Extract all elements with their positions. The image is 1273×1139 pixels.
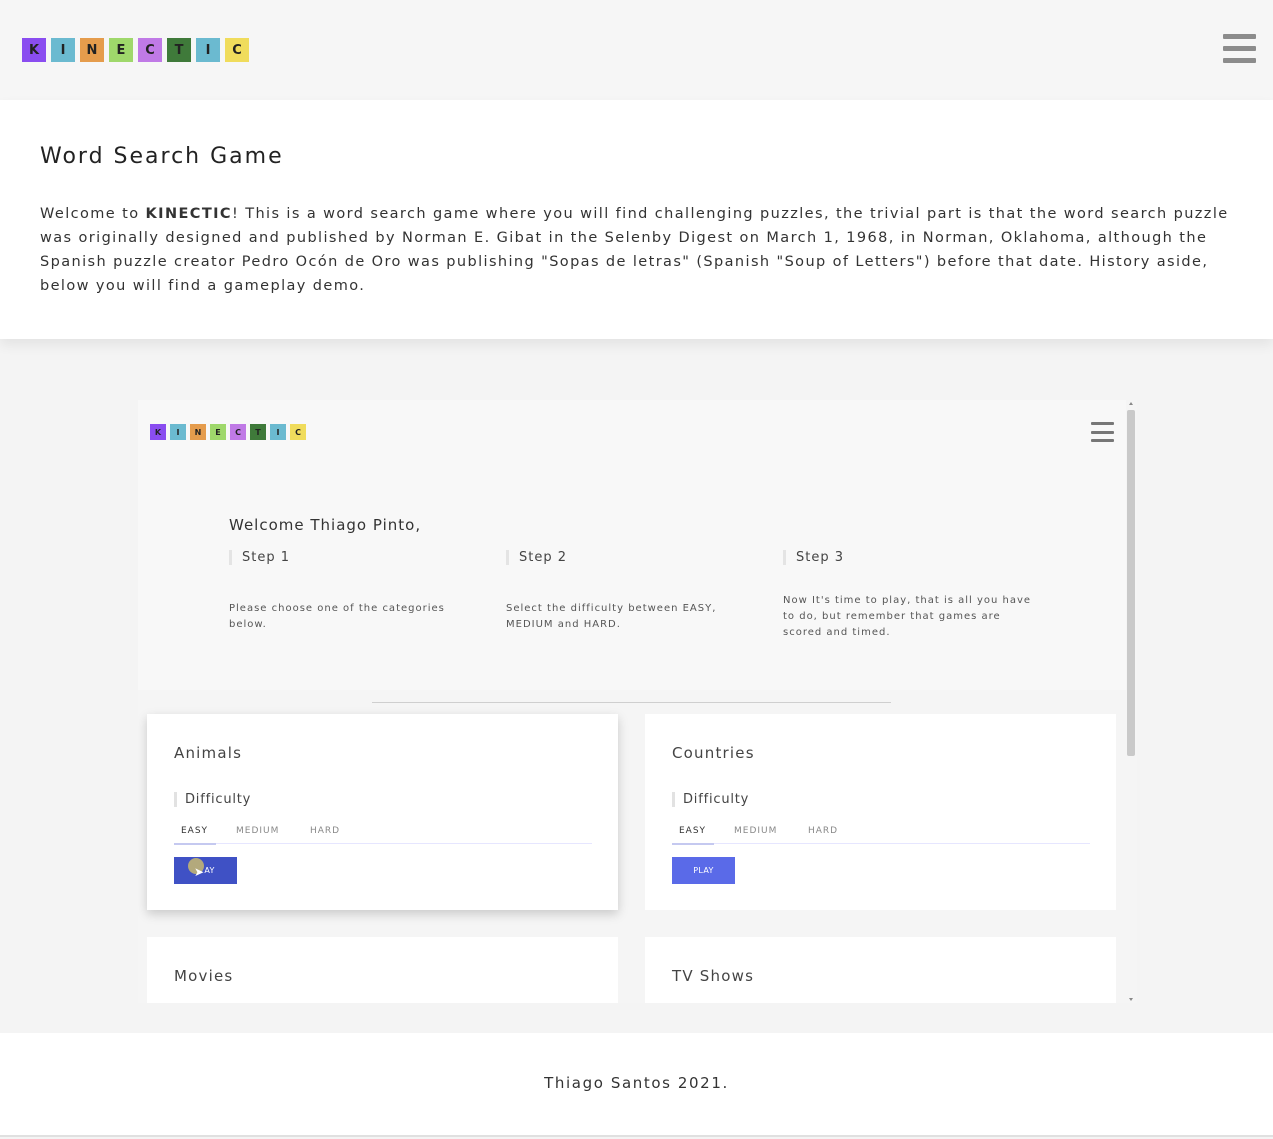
hamburger-menu-icon[interactable] xyxy=(1091,422,1114,442)
step-3-title: Step 3 xyxy=(783,550,844,565)
tab-hard[interactable]: HARD xyxy=(808,826,838,836)
hamburger-menu-icon[interactable] xyxy=(1223,34,1256,63)
logo-tile: E xyxy=(210,424,226,440)
play-button[interactable]: PLAY xyxy=(672,857,735,884)
logo-tile: C xyxy=(225,38,249,62)
logo-tile: I xyxy=(170,424,186,440)
tab-medium[interactable]: MEDIUM xyxy=(734,826,777,836)
logo-tile: C xyxy=(138,38,162,62)
footer: Thiago Santos 2021. xyxy=(0,1033,1273,1137)
category-title: Animals xyxy=(174,744,243,762)
scroll-up-arrow-icon[interactable] xyxy=(1129,402,1133,405)
logo-tile: T xyxy=(167,38,191,62)
step-2-title: Step 2 xyxy=(506,550,567,565)
active-tab-indicator xyxy=(174,843,216,845)
category-title: Countries xyxy=(672,744,755,762)
intro-section: Word Search Game Welcome to KINECTIC! Th… xyxy=(0,100,1273,339)
step-1-description: Please choose one of the categories belo… xyxy=(229,603,445,630)
logo-tile: I xyxy=(270,424,286,440)
tab-easy[interactable]: EASY xyxy=(181,826,208,836)
category-card-animals: Animals Difficulty EASY MEDIUM HARD AY ➤ xyxy=(147,714,618,910)
page-title: Word Search Game xyxy=(40,144,284,169)
difficulty-label: Difficulty xyxy=(672,792,749,807)
demo-scrollbar[interactable] xyxy=(1127,402,1135,1001)
top-bar: KINECTIC xyxy=(0,0,1273,100)
footer-copyright: Thiago Santos 2021. xyxy=(544,1074,729,1092)
welcome-message: Welcome Thiago Pinto, xyxy=(229,516,422,534)
gameplay-demo: Welcome Thiago Pinto, Step 1 Step 2 Step… xyxy=(138,400,1137,1003)
kinectic-logo-small[interactable]: KINECTIC xyxy=(150,424,310,440)
demo-hero xyxy=(138,400,1126,690)
logo-tile: K xyxy=(22,38,46,62)
active-tab-indicator xyxy=(672,843,714,845)
scroll-down-arrow-icon[interactable] xyxy=(1129,998,1133,1001)
tab-hard[interactable]: HARD xyxy=(310,826,340,836)
logo-tile: T xyxy=(250,424,266,440)
category-title: TV Shows xyxy=(672,967,755,985)
logo-tile: I xyxy=(51,38,75,62)
tab-medium[interactable]: MEDIUM xyxy=(236,826,279,836)
logo-tile: N xyxy=(190,424,206,440)
category-card-countries: Countries Difficulty EASY MEDIUM HARD PL… xyxy=(645,714,1116,910)
category-card-movies: Movies xyxy=(147,937,618,1003)
logo-tile: E xyxy=(109,38,133,62)
step-3-description: Now It's time to play, that is all you h… xyxy=(783,595,1032,638)
play-button[interactable]: AY ➤ xyxy=(174,857,237,884)
logo-tile: C xyxy=(230,424,246,440)
kinectic-logo[interactable]: KINECTIC xyxy=(22,38,254,62)
difficulty-tabs: EASY MEDIUM HARD xyxy=(672,824,1090,845)
intro-paragraph: Welcome to KINECTIC! This is a word sear… xyxy=(40,206,1229,294)
logo-tile: I xyxy=(196,38,220,62)
logo-tile: C xyxy=(290,424,306,440)
divider xyxy=(372,702,891,703)
brand-name: KINECTIC xyxy=(145,206,232,222)
difficulty-label: Difficulty xyxy=(174,792,251,807)
tab-easy[interactable]: EASY xyxy=(679,826,706,836)
logo-tile: K xyxy=(150,424,166,440)
scroll-thumb[interactable] xyxy=(1127,410,1135,756)
step-2-description: Select the difficulty between EASY, MEDI… xyxy=(506,603,717,630)
category-card-tv-shows: TV Shows xyxy=(645,937,1116,1003)
pointer-cursor-icon: ➤ xyxy=(194,865,205,879)
category-title: Movies xyxy=(174,967,234,985)
logo-tile: N xyxy=(80,38,104,62)
step-1-title: Step 1 xyxy=(229,550,290,565)
difficulty-tabs: EASY MEDIUM HARD xyxy=(174,824,592,845)
